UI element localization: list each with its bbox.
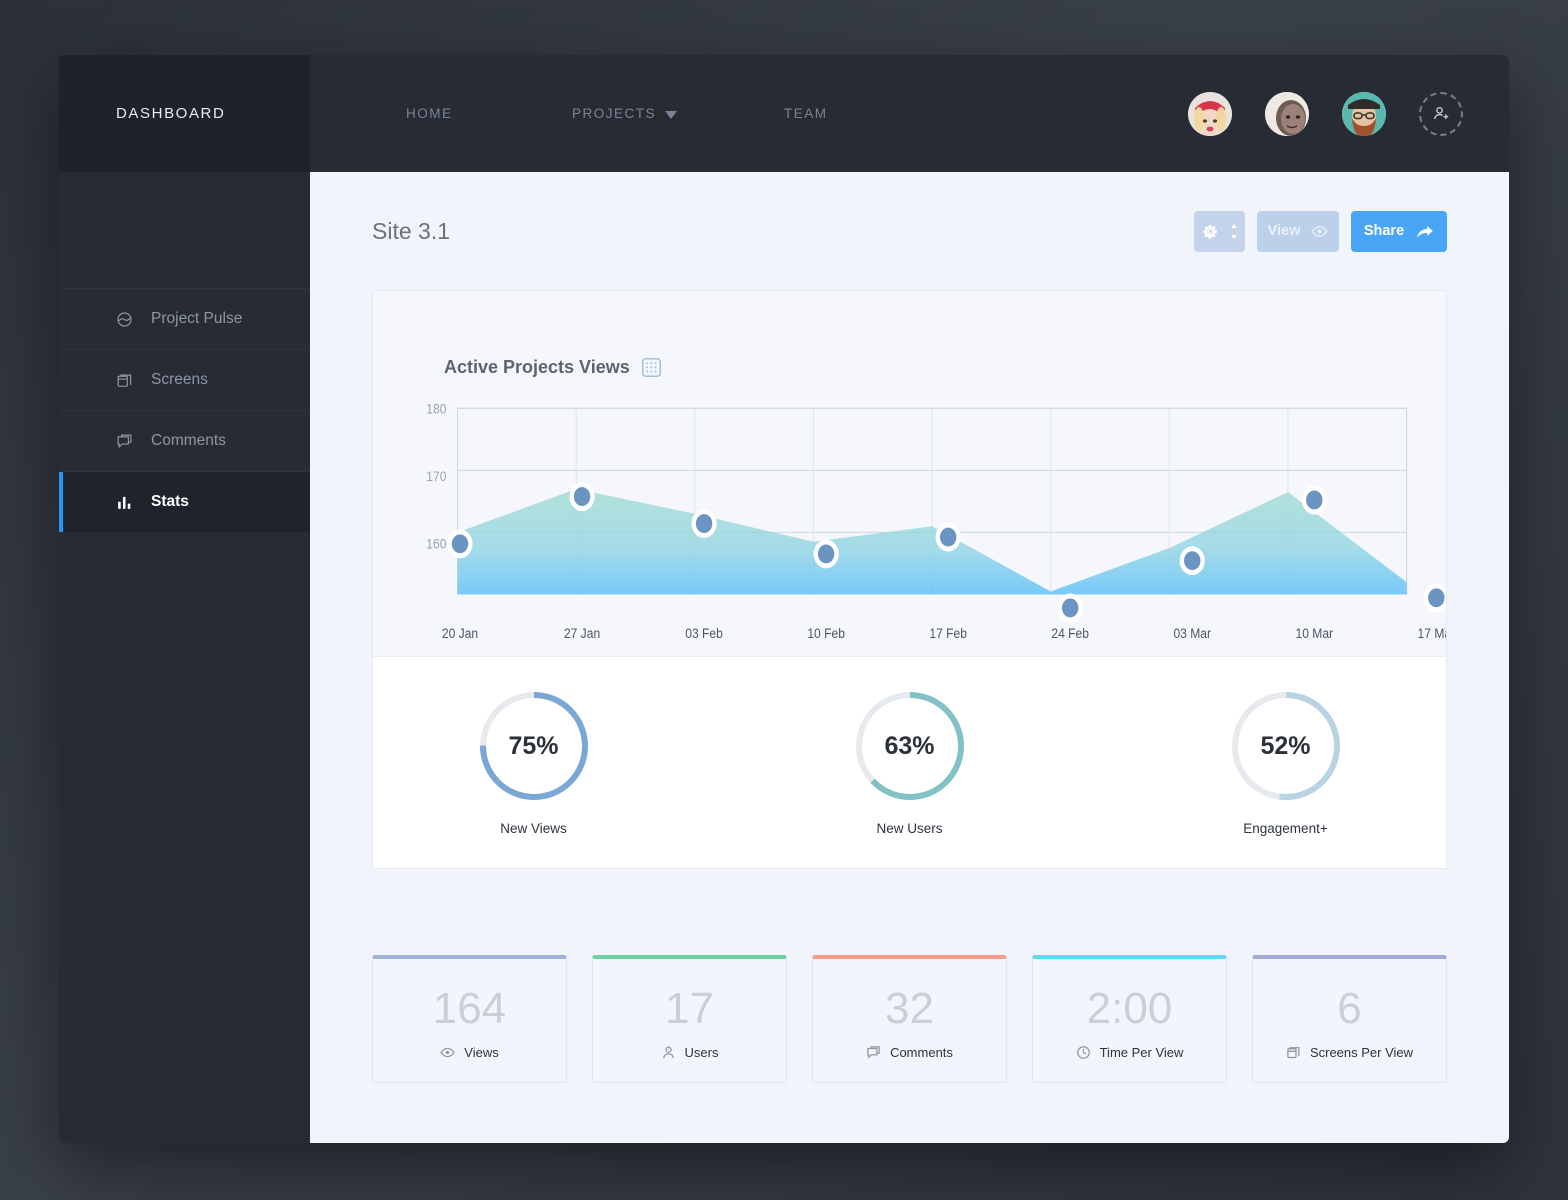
comment-icon (117, 434, 132, 448)
donut-value: 75% (508, 731, 559, 760)
nav-item-label: HOME (406, 106, 453, 121)
stat-card-label: Users (684, 1045, 719, 1060)
page-title: Site 3.1 (372, 217, 450, 244)
stat-card-label: Views (464, 1045, 499, 1060)
eye-icon (1311, 225, 1328, 237)
eye-icon (440, 1047, 455, 1058)
chevron-down-icon (665, 110, 678, 119)
avatar[interactable] (1265, 91, 1309, 136)
screens-icon (117, 374, 132, 387)
sidebar-item-label: Screens (151, 371, 208, 388)
stat-card-users[interactable]: 17 Users (592, 955, 787, 1083)
avatar-image (1265, 91, 1309, 136)
main-content: Site 3.1 View Share Active Projects View… (310, 172, 1509, 1143)
calendar-grid-icon[interactable] (641, 358, 661, 377)
donut-engagement: 52% Engagement+ (1196, 689, 1376, 836)
sidebar-item-project-pulse[interactable]: Project Pulse (59, 288, 310, 349)
settings-button[interactable] (1194, 210, 1245, 252)
sidebar-item-comments[interactable]: Comments (59, 410, 310, 471)
share-button-label: Share (1363, 223, 1405, 239)
donut-ring: 75% (477, 689, 591, 803)
bar-chart-icon (118, 496, 131, 509)
add-user-button[interactable] (1419, 91, 1463, 136)
sidebar-item-label: Stats (151, 493, 189, 510)
brand-title: DASHBOARD (116, 105, 226, 122)
donut-section: 75% New Views 63% New Users 52% Engageme… (373, 656, 1446, 868)
svg-text:17 Mar: 17 Mar (1418, 625, 1446, 641)
donut-caption: New Users (876, 821, 943, 836)
nav-item-team[interactable]: TEAM (784, 106, 828, 121)
stats-panel: Active Projects Views 160 170 180 20 Jan… (372, 290, 1447, 869)
stat-card-value: 6 (1337, 984, 1362, 1033)
gear-icon (1202, 224, 1217, 239)
chart-section: Active Projects Views 160 170 180 20 Jan… (373, 291, 1446, 656)
stat-card-views[interactable]: 164 Views (372, 955, 567, 1083)
stat-card-footer: Users (661, 1045, 719, 1060)
stat-card-value: 32 (885, 984, 934, 1033)
nav-item-label: PROJECTS (572, 106, 657, 121)
stat-card-screens-per-view[interactable]: 6 Screens Per View (1252, 955, 1447, 1083)
nav-item-home[interactable]: HOME (406, 106, 572, 121)
up-down-arrows-icon (1230, 223, 1237, 239)
clock-icon (1076, 1046, 1090, 1059)
avatar[interactable] (1342, 91, 1386, 136)
nav-item-label: TEAM (784, 106, 828, 121)
chart-area: 160 170 180 20 Jan 27 Jan 03 Feb 10 Feb 17 Feb 2… (373, 378, 1446, 656)
comment-icon (867, 1046, 880, 1059)
stat-card-footer: Screens Per View (1286, 1045, 1413, 1060)
donut-value: 63% (884, 731, 935, 760)
add-user-icon (1433, 106, 1448, 120)
view-button-label: View (1267, 223, 1301, 239)
sidebar-item-screens[interactable]: Screens (59, 349, 310, 410)
brand: DASHBOARD (59, 55, 310, 172)
donut-ring: 63% (853, 689, 967, 803)
avatar[interactable] (1188, 91, 1232, 136)
stat-card-comments[interactable]: 32 Comments (812, 955, 1007, 1083)
stat-card-time-per-view[interactable]: 2:00 Time Per View (1032, 955, 1227, 1083)
view-button[interactable]: View (1257, 210, 1339, 252)
app-window: DASHBOARD HOME PROJECTS TEAM Project Pul… (59, 55, 1509, 1143)
donut-caption: New Views (500, 821, 567, 836)
chart-title: Active Projects Views (444, 357, 630, 377)
donut-value: 52% (1260, 731, 1311, 760)
stat-card-value: 2:00 (1086, 984, 1173, 1033)
stat-card-footer: Comments (866, 1045, 953, 1060)
stat-card-label: Screens Per View (1309, 1045, 1414, 1060)
stat-card-value: 17 (665, 984, 714, 1033)
sidebar: Project Pulse Screens Comments Stats (59, 172, 310, 1143)
body: Project Pulse Screens Comments Stats Sit… (59, 172, 1509, 1143)
pulse-icon (117, 311, 132, 327)
stat-card-label: Comments (890, 1045, 953, 1060)
stat-card-label: Time Per View (1099, 1045, 1184, 1060)
share-button[interactable]: Share (1351, 210, 1447, 252)
sidebar-item-stats[interactable]: Stats (59, 471, 310, 532)
stat-card-footer: Time Per View (1076, 1045, 1184, 1060)
stat-card-footer: Views (440, 1045, 499, 1060)
sidebar-item-label: Comments (151, 432, 226, 449)
donut-new-views: 75% New Views (444, 689, 624, 836)
main-nav: HOME PROJECTS TEAM (310, 55, 1188, 172)
screens-icon (1287, 1047, 1300, 1059)
top-bar: DASHBOARD HOME PROJECTS TEAM (59, 55, 1509, 172)
stat-card-value: 164 (432, 984, 507, 1033)
user-icon (662, 1046, 674, 1059)
nav-item-projects[interactable]: PROJECTS (572, 106, 784, 121)
donut-new-users: 63% New Users (820, 689, 1000, 836)
area-chart[interactable] (373, 400, 1416, 656)
stat-cards: 164 Views 17 Users 32 Comments 2:00 Time… (372, 955, 1447, 1083)
sidebar-item-label: Project Pulse (151, 310, 243, 327)
action-buttons: View Share (1194, 210, 1447, 252)
chart-header: Active Projects Views (373, 291, 1446, 378)
avatar-image (1188, 91, 1232, 136)
donut-caption: Engagement+ (1243, 821, 1328, 836)
share-arrow-icon (1417, 225, 1433, 238)
donut-ring: 52% (1229, 689, 1343, 803)
avatar-group (1188, 55, 1509, 172)
avatar-image (1342, 91, 1386, 136)
page-header: Site 3.1 View Share (372, 172, 1447, 290)
